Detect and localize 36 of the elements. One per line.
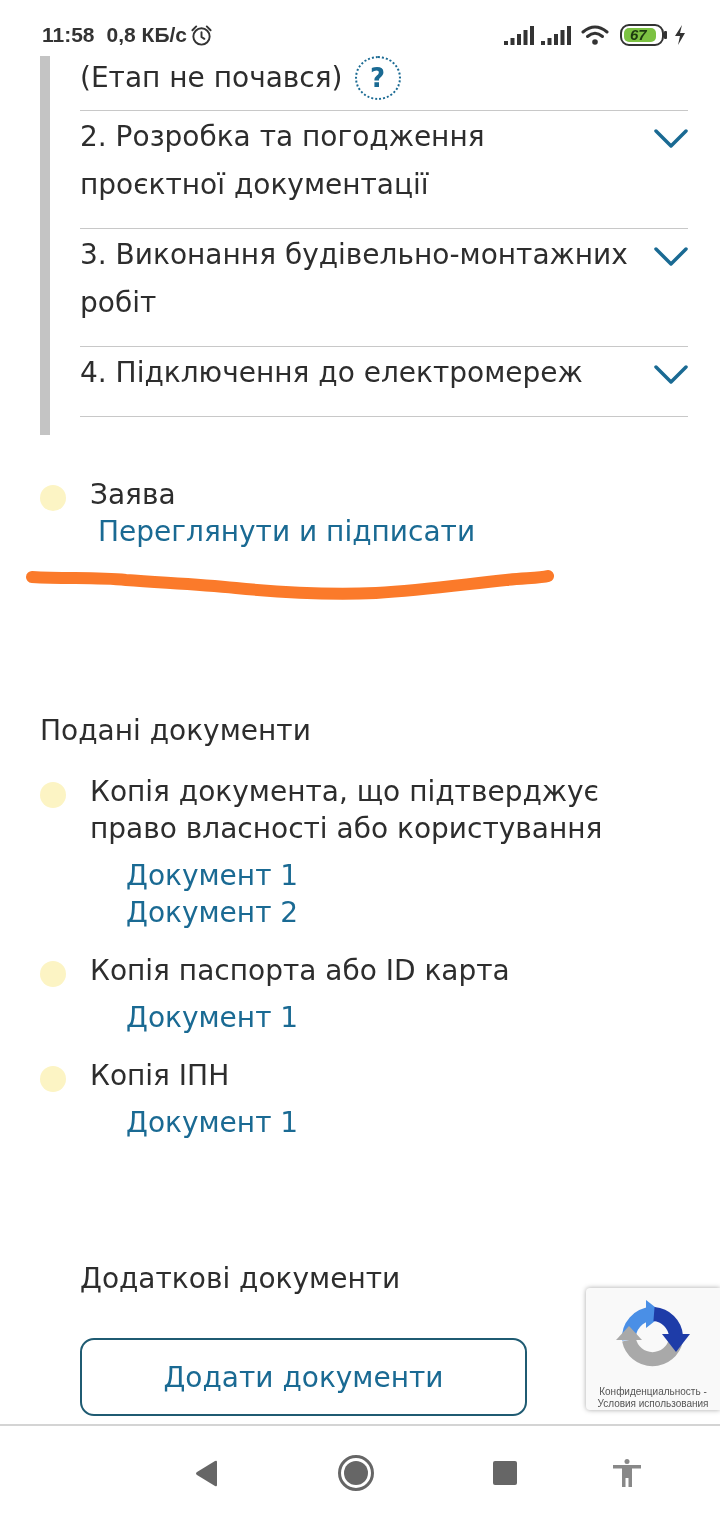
document-title: Копія ІПН (90, 1058, 231, 1094)
signal-icon (504, 25, 534, 45)
stage-accordion-item[interactable]: 2. Розробка та погодження проєктної документації (80, 110, 688, 228)
stage-accordion-item[interactable]: 3. Виконання будівельно-монтажних робіт (80, 228, 688, 346)
separator-text: - (703, 1386, 707, 1397)
stage-status-text: (Етап не почався) (80, 60, 343, 96)
status-dot-icon (40, 485, 66, 511)
add-documents-button[interactable]: Додати документи (80, 1338, 527, 1416)
privacy-link[interactable]: Конфиденциальность (599, 1386, 701, 1397)
accessibility-icon[interactable] (613, 1459, 641, 1487)
document-link[interactable]: Документ 1 (126, 1104, 299, 1141)
home-icon[interactable] (338, 1455, 374, 1491)
charging-bolt-icon (674, 25, 686, 45)
review-and-sign-link[interactable]: Переглянути и підписати (98, 513, 476, 551)
document-title: Копія документа, що підтверджує право власності або користування (90, 774, 604, 847)
back-icon[interactable] (195, 1459, 219, 1487)
status-dot-icon (40, 1066, 66, 1092)
document-link[interactable]: Документ 1 (126, 999, 299, 1036)
status-dot-icon (40, 961, 66, 987)
section-heading: Додаткові документи (80, 1261, 402, 1297)
document-title: Копія паспорта або ID карта (90, 953, 511, 989)
signal-icon (541, 25, 571, 45)
terms-link[interactable]: Условия использования (597, 1398, 709, 1410)
wifi-icon (581, 25, 609, 45)
alarm-clock-icon (190, 23, 213, 47)
document-link[interactable]: Документ 1 (126, 857, 299, 894)
network-speed: 0,8 КБ/с (106, 23, 187, 47)
status-dot-icon (40, 782, 66, 808)
help-button[interactable]: ? (354, 56, 401, 100)
application-label: Заява (90, 477, 176, 513)
battery-percent: 67 (630, 25, 647, 45)
document-link[interactable]: Документ 2 (126, 894, 299, 931)
section-heading: Подані документи (40, 713, 312, 749)
status-time: 11:58 (42, 23, 95, 47)
battery-icon (620, 24, 668, 46)
stage-accordion-item[interactable]: 4. Підключення до електромереж (80, 346, 688, 416)
